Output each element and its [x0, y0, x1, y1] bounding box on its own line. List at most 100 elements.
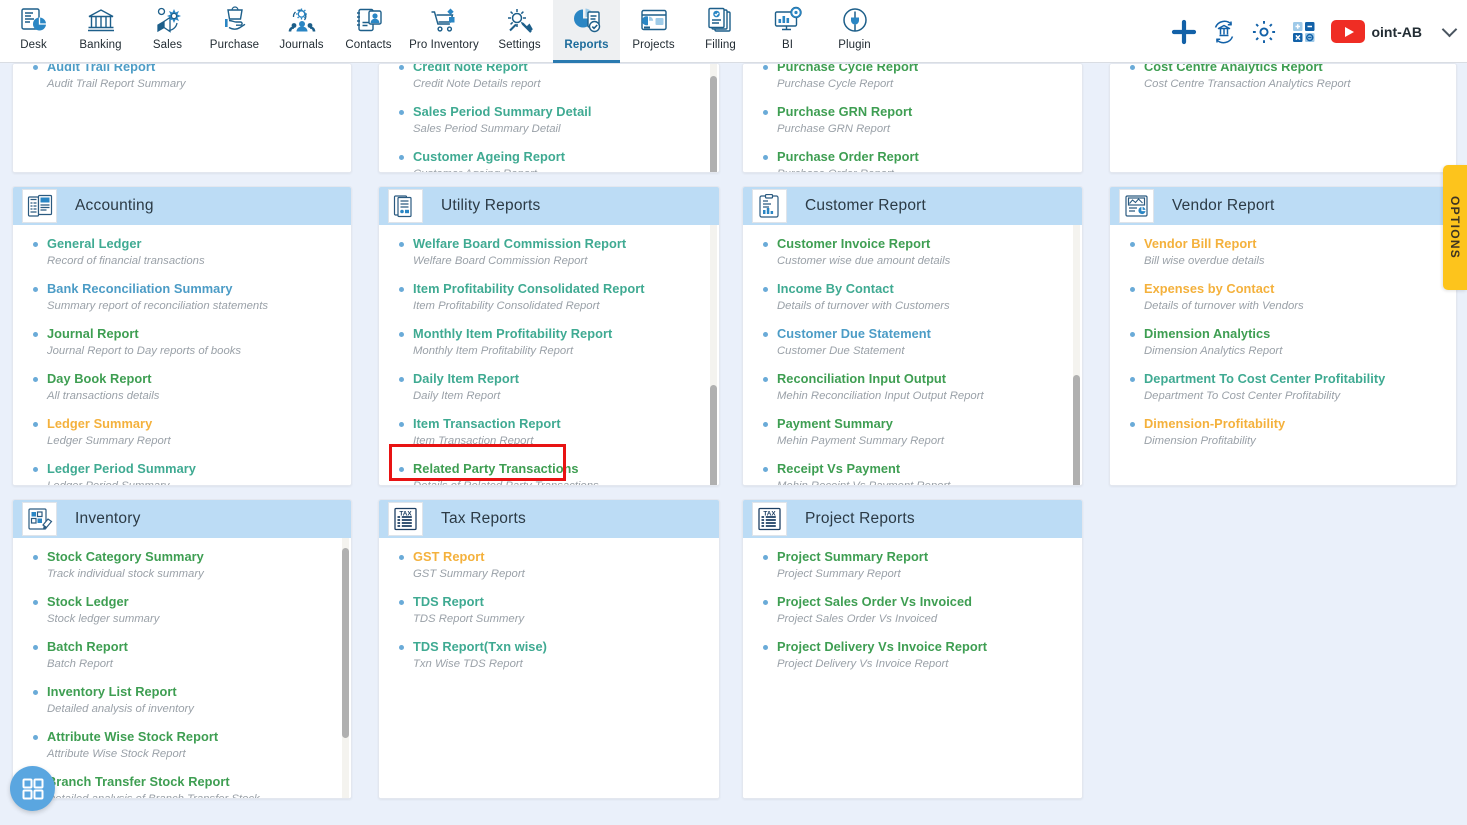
nav-item-filling[interactable]: Filling [687, 0, 754, 63]
report-link-title[interactable]: Project Summary Report [777, 549, 928, 565]
report-link-item[interactable]: Batch Report Batch Report [25, 638, 341, 674]
report-link-item[interactable]: Branch Transfer Stock Report Detailed ana… [25, 773, 341, 798]
report-link-item[interactable]: Customer Ageing Report Customer Ageing Re… [391, 148, 709, 172]
report-link-item[interactable]: Dimension Analytics Dimension Analytics R… [1122, 325, 1446, 361]
report-link-item[interactable]: Customer Invoice Report Customer wise due… [755, 235, 1072, 271]
report-link-item[interactable]: TDS Report(Txn wise) Txn Wise TDS Report [391, 638, 709, 674]
report-link-title[interactable]: Item Transaction Report [413, 416, 561, 432]
report-link-title[interactable]: Batch Report [47, 639, 128, 655]
nav-item-banking[interactable]: Banking [67, 0, 134, 63]
nav-item-pro-inventory[interactable]: Pro Inventory [402, 0, 486, 63]
report-link-title[interactable]: Related Party Transactions [413, 461, 579, 477]
gear-icon[interactable] [1251, 19, 1277, 45]
report-link-item[interactable]: Ledger Period Summary Ledger Period Summa… [25, 460, 341, 485]
nav-item-bi[interactable]: BI [754, 0, 821, 63]
report-link-item[interactable]: Day Book Report All transactions details [25, 370, 341, 406]
report-link-item[interactable]: Bank Reconciliation Summary Summary repor… [25, 280, 341, 316]
report-link-item[interactable]: Monthly Item Profitability Report Monthly… [391, 325, 709, 361]
nav-item-plugin[interactable]: Plugin [821, 0, 888, 63]
report-link-item[interactable]: Project Summary Report Project Summary Re… [755, 548, 1072, 584]
report-link-title[interactable]: Bank Reconciliation Summary [47, 281, 233, 297]
nav-item-journals[interactable]: Journals [268, 0, 335, 63]
add-icon[interactable] [1171, 19, 1197, 45]
report-link-item[interactable]: Audit Trail Report Audit Trail Report Sum… [25, 64, 341, 94]
report-link-item[interactable]: Vendor Bill Report Bill wise overdue deta… [1122, 235, 1446, 271]
report-link-title[interactable]: Ledger Period Summary [47, 461, 196, 477]
chevron-down-icon[interactable] [1441, 21, 1458, 37]
nav-item-projects[interactable]: Projects [620, 0, 687, 63]
report-link-title[interactable]: Ledger Summary [47, 416, 152, 432]
report-link-title[interactable]: Reconciliation Input Output [777, 371, 946, 387]
report-link-title[interactable]: Credit Note Report [413, 64, 528, 75]
report-link-title[interactable]: Dimension-Profitability [1144, 416, 1285, 432]
report-link-title[interactable]: Expenses by Contact [1144, 281, 1274, 297]
nav-item-purchase[interactable]: Purchase [201, 0, 268, 63]
report-link-title[interactable]: Cost Centre Analytics Report [1144, 64, 1323, 75]
apps-grid-fab[interactable] [10, 766, 55, 811]
report-link-item[interactable]: Credit Note Report Credit Note Details re… [391, 64, 709, 94]
report-link-title[interactable]: Welfare Board Commission Report [413, 236, 626, 252]
report-link-item[interactable]: Stock Category Summary Track individual s… [25, 548, 341, 584]
report-link-item[interactable]: Income By Contact Details of turnover wit… [755, 280, 1072, 316]
report-link-title[interactable]: Customer Ageing Report [413, 149, 565, 165]
report-link-item[interactable]: Expenses by Contact Details of turnover w… [1122, 280, 1446, 316]
report-link-title[interactable]: Purchase Order Report [777, 149, 919, 165]
report-link-title[interactable]: GST Report [413, 549, 485, 565]
report-link-title[interactable]: Day Book Report [47, 371, 152, 387]
report-link-title[interactable]: Attribute Wise Stock Report [47, 729, 218, 745]
report-link-item[interactable]: Cost Centre Analytics Report Cost Centre … [1122, 64, 1446, 94]
youtube-icon[interactable] [1331, 20, 1366, 43]
report-link-item[interactable]: Sales Period Summary Detail Sales Period … [391, 103, 709, 139]
calculator-icon[interactable] [1291, 19, 1317, 45]
report-link-item[interactable]: Purchase Cycle Report Purchase Cycle Repo… [755, 64, 1072, 94]
report-link-item[interactable]: Purchase Order Report Purchase Order Repo… [755, 148, 1072, 172]
report-link-item[interactable]: Attribute Wise Stock Report Attribute Wis… [25, 728, 341, 764]
sync-bank-icon[interactable] [1211, 19, 1237, 45]
report-link-title[interactable]: Project Delivery Vs Invoice Report [777, 639, 987, 655]
report-link-item[interactable]: Related Party Transactions Details of Rel… [391, 460, 709, 485]
report-link-title[interactable]: Inventory List Report [47, 684, 177, 700]
report-link-item[interactable]: Welfare Board Commission Report Welfare B… [391, 235, 709, 271]
report-link-title[interactable]: Receipt Vs Payment [777, 461, 900, 477]
report-link-title[interactable]: Branch Transfer Stock Report [47, 774, 230, 790]
report-link-item[interactable]: Inventory List Report Detailed analysis o… [25, 683, 341, 719]
report-link-title[interactable]: Sales Period Summary Detail [413, 104, 591, 120]
report-link-item[interactable]: Item Transaction Report Item Transaction … [391, 415, 709, 451]
report-link-title[interactable]: General Ledger [47, 236, 142, 252]
report-link-title[interactable]: Customer Due Statement [777, 326, 931, 342]
report-link-title[interactable]: Vendor Bill Report [1144, 236, 1257, 252]
nav-item-settings[interactable]: Settings [486, 0, 553, 63]
report-link-title[interactable]: Dimension Analytics [1144, 326, 1270, 342]
report-link-item[interactable]: General Ledger Record of financial transa… [25, 235, 341, 271]
nav-item-reports[interactable]: Reports [553, 0, 620, 63]
report-link-item[interactable]: Journal Report Journal Report to Day repo… [25, 325, 341, 361]
report-link-title[interactable]: Monthly Item Profitability Report [413, 326, 612, 342]
report-link-item[interactable]: GST Report GST Summary Report [391, 548, 709, 584]
report-link-title[interactable]: Payment Summary [777, 416, 893, 432]
report-link-item[interactable]: Project Delivery Vs Invoice Report Projec… [755, 638, 1072, 674]
report-link-title[interactable]: TDS Report(Txn wise) [413, 639, 547, 655]
report-link-item[interactable]: Ledger Summary Ledger Summary Report [25, 415, 341, 451]
report-link-item[interactable]: TDS Report TDS Report Summery [391, 593, 709, 629]
nav-item-desk[interactable]: Desk [0, 0, 67, 63]
scrollbar-thumb[interactable] [710, 385, 717, 485]
scrollbar-thumb[interactable] [342, 548, 349, 738]
report-link-title[interactable]: Stock Ledger [47, 594, 129, 610]
report-link-item[interactable]: Dimension-Profitability Dimension Profita… [1122, 415, 1446, 451]
report-link-title[interactable]: Purchase GRN Report [777, 104, 912, 120]
report-link-title[interactable]: Daily Item Report [413, 371, 519, 387]
report-link-title[interactable]: Customer Invoice Report [777, 236, 930, 252]
report-link-item[interactable]: Receipt Vs Payment Mehin Receipt Vs Payme… [755, 460, 1072, 485]
report-link-title[interactable]: Item Profitability Consolidated Report [413, 281, 645, 297]
scrollbar-thumb[interactable] [1073, 375, 1080, 485]
report-link-title[interactable]: Department To Cost Center Profitability [1144, 371, 1385, 387]
report-link-title[interactable]: TDS Report [413, 594, 484, 610]
report-link-title[interactable]: Journal Report [47, 326, 139, 342]
report-link-item[interactable]: Department To Cost Center Profitability D… [1122, 370, 1446, 406]
nav-item-contacts[interactable]: Contacts [335, 0, 402, 63]
nav-item-sales[interactable]: Sales [134, 0, 201, 63]
report-link-item[interactable]: Stock Ledger Stock ledger summary [25, 593, 341, 629]
report-link-title[interactable]: Purchase Cycle Report [777, 64, 918, 75]
report-link-title[interactable]: Project Sales Order Vs Invoiced [777, 594, 972, 610]
report-link-item[interactable]: Payment Summary Mehin Payment Summary Rep… [755, 415, 1072, 451]
